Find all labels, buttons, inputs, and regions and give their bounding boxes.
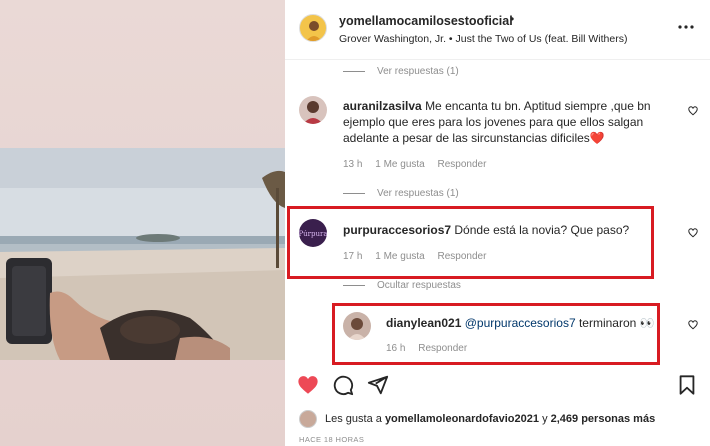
likes-prefix: Les gusta a [325, 413, 382, 425]
liker-username[interactable]: yomellamoleonardofavio2021 [385, 413, 539, 425]
thread-line [343, 71, 365, 72]
audio-track-link[interactable]: Grover Washington, Jr. • Just the Two of… [339, 33, 627, 45]
comment-meta: 13 h 1 Me gusta Responder [343, 159, 496, 170]
post-timestamp: HACE 18 HORAS [299, 435, 365, 444]
comment-like-heart-icon[interactable] [688, 106, 698, 116]
comment-icon[interactable] [332, 374, 354, 396]
reply-button[interactable]: Responder [438, 159, 487, 170]
reply-mention[interactable]: @purpuraccesorios7 [465, 316, 576, 330]
comment-username[interactable]: auranilzasilva [343, 99, 422, 113]
heart-emoji: ❤️ [589, 131, 605, 145]
commenter-avatar[interactable]: Púrpura [299, 219, 327, 247]
eyes-emoji: 👀 [639, 316, 655, 330]
view-replies-label: Ver respuestas (1) [377, 66, 459, 77]
reply-body: dianylean021 @purpuraccesorios7 terminar… [386, 315, 676, 331]
comment-like-heart-icon[interactable] [688, 228, 698, 238]
heart-icon[interactable] [297, 374, 319, 396]
more-icon[interactable] [678, 20, 694, 34]
hide-replies-label: Ocultar respuestas [377, 280, 461, 291]
comment-likes[interactable]: 1 Me gusta [375, 159, 424, 170]
bookmark-icon[interactable] [676, 374, 698, 396]
post-photo [0, 148, 285, 360]
view-replies-button[interactable]: Ver respuestas (1) [343, 66, 459, 77]
header-separator-dot: • [510, 12, 515, 26]
replier-avatar[interactable] [343, 312, 371, 340]
author-avatar[interactable] [299, 14, 327, 42]
author-username[interactable]: yomellamocamilosestooficial [339, 14, 513, 28]
share-icon[interactable] [367, 374, 389, 396]
comment-text: Dónde está la novia? Que paso? [454, 223, 630, 237]
highlight-box [332, 303, 660, 365]
reply-button[interactable]: Responder [418, 343, 467, 354]
thread-line [343, 193, 365, 194]
comment-username[interactable]: purpuraccesorios7 [343, 223, 451, 237]
likes-summary[interactable]: Les gusta a yomellamoleonardofavio2021 y… [299, 410, 655, 428]
likes-and: y [542, 413, 548, 425]
action-bar [285, 368, 710, 402]
comments-panel: yomellamocamilosestooficial • Grover Was… [285, 0, 710, 446]
svg-text:Púrpura: Púrpura [299, 230, 327, 238]
reply-meta: 16 h Responder [386, 343, 477, 354]
view-replies-button[interactable]: Ver respuestas (1) [343, 188, 459, 199]
reply-text: terminaron [578, 316, 637, 330]
highlight-box [287, 206, 654, 279]
commenter-avatar[interactable] [299, 96, 327, 124]
comment-likes[interactable]: 1 Me gusta [375, 251, 424, 262]
comment-time: 13 h [343, 159, 363, 170]
hide-replies-button[interactable]: Ocultar respuestas [343, 280, 461, 291]
likes-count[interactable]: 2,469 personas más [551, 413, 656, 425]
comment-body: purpuraccesorios7 Dónde está la novia? Q… [343, 222, 643, 238]
reply-username[interactable]: dianylean021 [386, 316, 461, 330]
comment-meta: 17 h 1 Me gusta Responder [343, 251, 496, 262]
liker-avatar [299, 410, 317, 428]
comment-body: auranilzasilva Me encanta tu bn. Aptitud… [343, 98, 663, 146]
comment-like-heart-icon[interactable] [688, 320, 698, 330]
reply-time: 16 h [386, 343, 406, 354]
post-header: yomellamocamilosestooficial • Grover Was… [285, 0, 710, 60]
reply-button[interactable]: Responder [438, 251, 487, 262]
view-replies-label: Ver respuestas (1) [377, 188, 459, 199]
thread-line [343, 285, 365, 286]
post-media[interactable] [0, 0, 285, 446]
comment-time: 17 h [343, 251, 363, 262]
